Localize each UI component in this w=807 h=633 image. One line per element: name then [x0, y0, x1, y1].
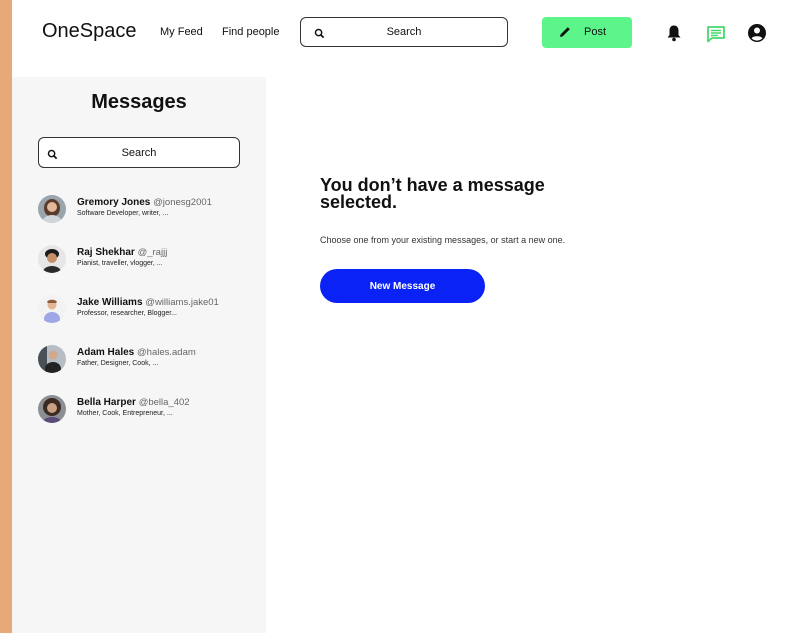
empty-state-subtitle: Choose one from your existing messages, …	[320, 235, 566, 245]
top-bar: OneSpace My Feed Find people Search Post	[12, 0, 807, 68]
empty-state-title: You don’t have a message selected.	[320, 176, 640, 212]
avatar	[38, 295, 66, 323]
app-logo[interactable]: OneSpace	[42, 20, 137, 43]
contact-name-line: Gremory Jones @jonesg2001	[77, 197, 212, 208]
account-icon[interactable]	[747, 23, 767, 48]
avatar	[38, 395, 66, 423]
post-button-label: Post	[584, 26, 607, 38]
contact-handle: @bella_402	[138, 397, 190, 408]
avatar	[38, 345, 66, 373]
contact-handle: @_rajjj	[137, 247, 168, 258]
contact-bio: Father, Designer, Cook, ...	[77, 360, 159, 367]
contact-name-line: Bella Harper @bella_402	[77, 397, 190, 408]
header-search-placeholder: Search	[386, 26, 422, 38]
messages-search-input[interactable]: Search	[38, 137, 240, 168]
app-window: OneSpace My Feed Find people Search Post…	[12, 0, 807, 633]
chat-icon[interactable]	[706, 25, 726, 48]
contact-item[interactable]: Adam Hales @hales.adam Father, Designer,…	[38, 345, 258, 395]
empty-state-title-line-2: selected.	[320, 192, 398, 212]
contact-name: Bella Harper	[77, 397, 136, 408]
search-icon	[314, 26, 325, 44]
new-message-button[interactable]: New Message	[320, 269, 485, 303]
contact-list: Gremory Jones @jonesg2001 Software Devel…	[38, 195, 258, 445]
contact-bio: Pianist, traveller, vlogger, ...	[77, 260, 163, 267]
contact-name: Jake Williams	[77, 297, 143, 308]
contact-item[interactable]: Jake Williams @williams.jake01 Professor…	[38, 295, 258, 345]
contact-name: Adam Hales	[77, 347, 135, 358]
contact-bio: Professor, researcher, Blogger...	[77, 310, 177, 317]
contact-name-line: Adam Hales @hales.adam	[77, 347, 196, 358]
avatar	[38, 245, 66, 273]
avatar	[38, 195, 66, 223]
nav-find-people[interactable]: Find people	[222, 26, 280, 38]
contact-handle: @hales.adam	[137, 347, 196, 358]
contact-name-line: Jake Williams @williams.jake01	[77, 297, 219, 308]
contact-item[interactable]: Raj Shekhar @_rajjj Pianist, traveller, …	[38, 245, 258, 295]
bell-icon[interactable]	[666, 24, 682, 47]
contact-item[interactable]: Bella Harper @bella_402 Mother, Cook, En…	[38, 395, 258, 445]
post-button[interactable]: Post	[542, 17, 632, 48]
contact-handle: @jonesg2001	[153, 197, 212, 208]
contact-name: Gremory Jones	[77, 197, 151, 208]
contact-bio: Software Developer, writer, ...	[77, 210, 169, 217]
messages-search-placeholder: Search	[121, 147, 157, 159]
contact-bio: Mother, Cook, Entrepreneur, ...	[77, 410, 173, 417]
contact-item[interactable]: Gremory Jones @jonesg2001 Software Devel…	[38, 195, 258, 245]
messages-sidebar: Messages Search Gremory Jones @jonesg200…	[12, 77, 266, 633]
header-search-input[interactable]: Search	[300, 17, 508, 47]
nav-my-feed[interactable]: My Feed	[160, 26, 203, 38]
contact-name-line: Raj Shekhar @_rajjj	[77, 247, 167, 258]
sidebar-title: Messages	[91, 91, 187, 113]
contact-handle: @williams.jake01	[145, 297, 219, 308]
contact-name: Raj Shekhar	[77, 247, 135, 258]
pencil-icon	[558, 25, 572, 44]
